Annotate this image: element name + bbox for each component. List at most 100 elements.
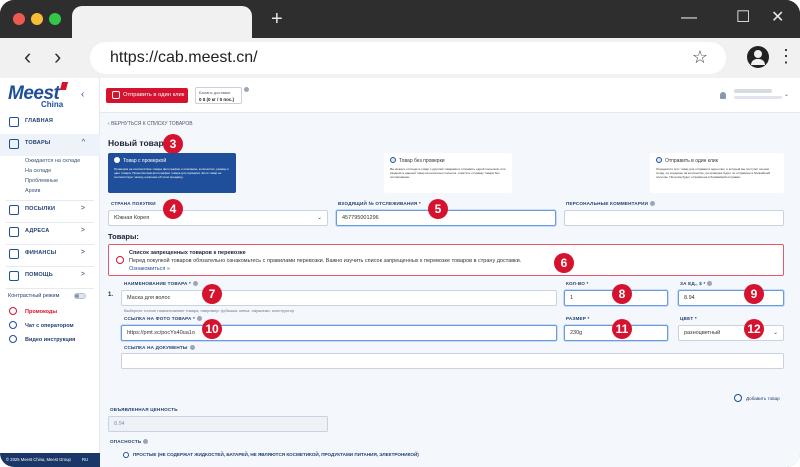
step-badge: 7 [202,284,222,304]
info-icon[interactable] [143,439,149,445]
documents-link-input[interactable] [121,353,784,369]
danger-label-text: ОПАСНОСТЬ [110,439,142,444]
photo-label-text: ССЫЛКА НА ФОТО ТОВАРА * [124,316,196,321]
bell-icon[interactable] [720,92,726,99]
sidebar-subitem-problems[interactable]: Проблемные [25,178,58,184]
sidebar-item-home[interactable]: ГЛАВНАЯ [0,112,100,134]
browser-tab[interactable] [72,6,252,38]
sidebar-link-chat[interactable]: Чат с оператором [25,323,74,329]
sidebar-item-label: ТОВАРЫ [25,140,51,146]
collapse-sidebar-icon[interactable]: ‹ [81,89,84,100]
step-badge: 10 [202,319,222,339]
sidebar-item-help[interactable]: ПОМОЩЬ > [0,266,100,288]
item-name-value: Маска для волос [127,295,171,301]
size-label: РАЗМЕР * [566,316,590,321]
browser-menu-icon[interactable]: ⋮ [777,47,795,65]
page-title: Новый товар [108,138,164,148]
bookmark-star-icon[interactable]: ☆ [692,47,708,68]
color-select[interactable]: разноцветный ⌄ [678,325,784,341]
country-select[interactable]: Южная Корея ⌄ [108,210,328,226]
sidebar-item-finance[interactable]: ФИНАНСЫ > [0,244,100,266]
sidebar-subitem-warehouse[interactable]: На складе [25,168,51,174]
box-icon [9,139,19,149]
step-badge: 11 [612,319,632,339]
profile-avatar-icon[interactable] [747,46,769,68]
type-card-desc: Определите этот товар для отправки в оди… [656,167,771,179]
minimize-window-dot[interactable] [31,13,43,25]
help-icon [9,271,19,281]
back-arrow-icon[interactable]: ‹ [24,46,31,68]
chevron-right-icon: > [80,205,85,212]
info-icon[interactable] [650,201,656,207]
sidebar-subitem-expected[interactable]: Ожидается на складе [25,158,80,164]
chevron-right-icon: > [80,271,85,278]
info-icon[interactable] [707,281,713,287]
type-card-desc: Проверим на соответствие товара фотограф… [114,167,229,179]
price-value: 8.94 [684,295,695,301]
alert-link[interactable]: Ознакомиться » [129,266,170,272]
type-card-desc: Вы можете отследить товар с другими това… [390,167,506,179]
close-window-dot[interactable] [13,13,25,25]
info-icon[interactable] [197,316,203,322]
type-card-with-check[interactable]: Товар с проверкой Проверим на соответств… [108,153,236,193]
name-label: НАИМЕНОВАНИЕ ТОВАРА * [124,281,198,287]
sidebar-item-goods[interactable]: ТОВАРЫ ^ [0,134,100,156]
sidebar-item-parcels[interactable]: ПОСЫЛКИ > [0,200,100,222]
sidebar-subitem-archive[interactable]: Архив [25,188,40,194]
back-to-list-link[interactable]: ‹ ВЕРНУТЬСЯ К СПИСКУ ТОВАРОВ [108,121,193,127]
balance-value: 0 $ (0 кг / 0 пос.) [199,97,235,102]
language-switch[interactable]: RU [82,457,88,462]
add-item-button[interactable]: Добавить товар [746,396,780,401]
type-card-title: Товар без проверки [399,158,445,164]
photo-link-input[interactable]: https://pmt.sc/pocYs40ua1o [121,325,557,341]
tracking-label: ВХОДЯЩИЙ № ОТСЛЕЖИВАНИЯ * [338,201,421,206]
url-text[interactable]: https://cab.meest.cn/ [110,49,258,67]
info-icon[interactable] [193,281,198,287]
price-input[interactable]: 8.94 [678,290,784,306]
radio-icon [114,157,120,163]
step-badge: 6 [554,253,574,273]
photo-link-value: https://pmt.sc/pocYs40ua1o [127,330,195,336]
browser-window: + — ☐ ✕ ‹ › https://cab.meest.cn/ ☆ ⋮ Me… [0,0,800,467]
new-tab-icon[interactable]: + [271,9,283,29]
type-card-title: Отправить в один клик [665,158,718,164]
comment-input[interactable] [564,210,784,226]
address-bar[interactable]: https://cab.meest.cn/ ☆ [90,42,726,74]
oneclick-button[interactable]: Отправить в один клик [106,88,188,103]
sidebar-item-label: АДРЕСА [25,228,50,234]
qty-value: 1 [570,295,574,301]
close-icon[interactable]: ✕ [771,9,784,27]
chevron-up-icon: ^ [81,139,85,146]
qty-label: КОЛ-ВО * [566,281,589,286]
sidebar-link-video[interactable]: Видео инструкция [25,337,75,343]
forward-arrow-icon[interactable]: › [54,46,61,68]
item-name-input[interactable]: Маска для волос [121,290,557,306]
sidebar-footer: © 2025 Meest China, Meest Group RU [0,453,100,467]
chevron-down-icon: ⌄ [316,215,322,221]
add-circle-icon[interactable] [734,394,742,402]
logo-mark-icon [59,82,69,90]
tracking-value: 457795001296 [342,215,379,221]
minimize-icon[interactable]: — [681,9,697,27]
user-menu[interactable]: ⌄ [734,89,789,101]
contrast-mode-toggle[interactable] [74,293,86,299]
sidebar: Meest China ‹ ГЛАВНАЯ ТОВАРЫ ^ Ожидается… [0,78,100,467]
info-icon[interactable] [244,87,249,92]
alert-text: Перед покупкой товаров обязательно ознак… [129,258,522,264]
type-card-without-check[interactable]: Товар без проверки Вы можете отследить т… [384,153,512,193]
type-card-title: Товар с проверкой [123,158,167,164]
sidebar-item-addresses[interactable]: АДРЕСА > [0,222,100,244]
price-label-text: ЗА ЕД., $ * [680,281,706,286]
documents-label-text: ССЫЛКА НА ДОКУМЕНТЫ [124,345,188,350]
sidebar-link-promocodes[interactable]: Промокоды [25,309,57,315]
type-card-oneclick[interactable]: Отправить в один клик Определите этот то… [650,153,784,193]
balance-label: Баланс доставки [199,90,231,95]
info-icon[interactable] [189,345,195,351]
zoom-window-dot[interactable] [49,13,61,25]
danger-simple-radio[interactable] [123,452,129,458]
send-icon [112,91,120,99]
maximize-icon[interactable]: ☐ [736,9,750,27]
contrast-mode-label: Контрастный режим [8,293,60,299]
app-viewport: Meest China ‹ ГЛАВНАЯ ТОВАРЫ ^ Ожидается… [0,78,800,467]
chevron-down-icon: ⌄ [783,92,789,98]
